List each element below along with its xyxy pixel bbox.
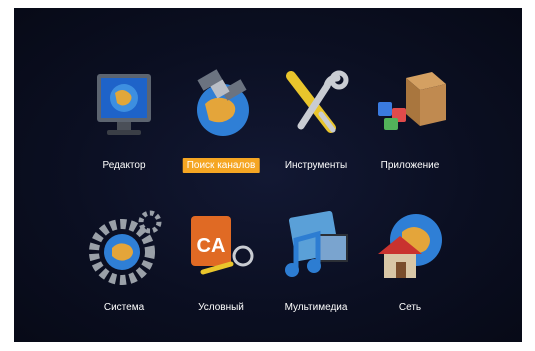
menu-label: Мультимедиа	[284, 302, 348, 313]
menu-item-multimedia[interactable]: Мультимедиа	[266, 208, 366, 318]
apps-box-icon	[378, 72, 446, 130]
menu-item-conditional-access[interactable]: CA Условный	[171, 208, 271, 318]
menu-label: Инструменты	[284, 160, 348, 171]
svg-text:CA: CA	[197, 235, 226, 257]
menu-label: Редактор	[102, 160, 146, 171]
gears-globe-icon	[89, 210, 162, 285]
menu-label: Приложение	[380, 160, 440, 171]
monitor-globe-icon	[97, 74, 151, 135]
main-menu-screen: Редактор Поиск каналов Инструменты Прило…	[14, 8, 522, 342]
menu-item-system[interactable]: Система	[74, 208, 174, 318]
ca-card-key-icon: CA	[191, 216, 254, 275]
satellite-globe-icon	[197, 69, 249, 136]
menu-label: Сеть	[398, 302, 422, 313]
menu-label: Условный	[198, 302, 244, 313]
tools-icon	[286, 70, 349, 133]
menu-item-applications[interactable]: Приложение	[360, 66, 460, 176]
menu-item-editor[interactable]: Редактор	[74, 66, 174, 176]
media-note-film-icon	[285, 210, 348, 277]
menu-item-channel-search[interactable]: Поиск каналов	[171, 66, 271, 176]
menu-label-selected: Поиск каналов	[182, 158, 260, 173]
menu-item-tools[interactable]: Инструменты	[266, 66, 366, 176]
menu-label: Система	[103, 302, 145, 313]
house-globe-icon	[378, 214, 442, 278]
menu-item-network[interactable]: Сеть	[360, 208, 460, 318]
